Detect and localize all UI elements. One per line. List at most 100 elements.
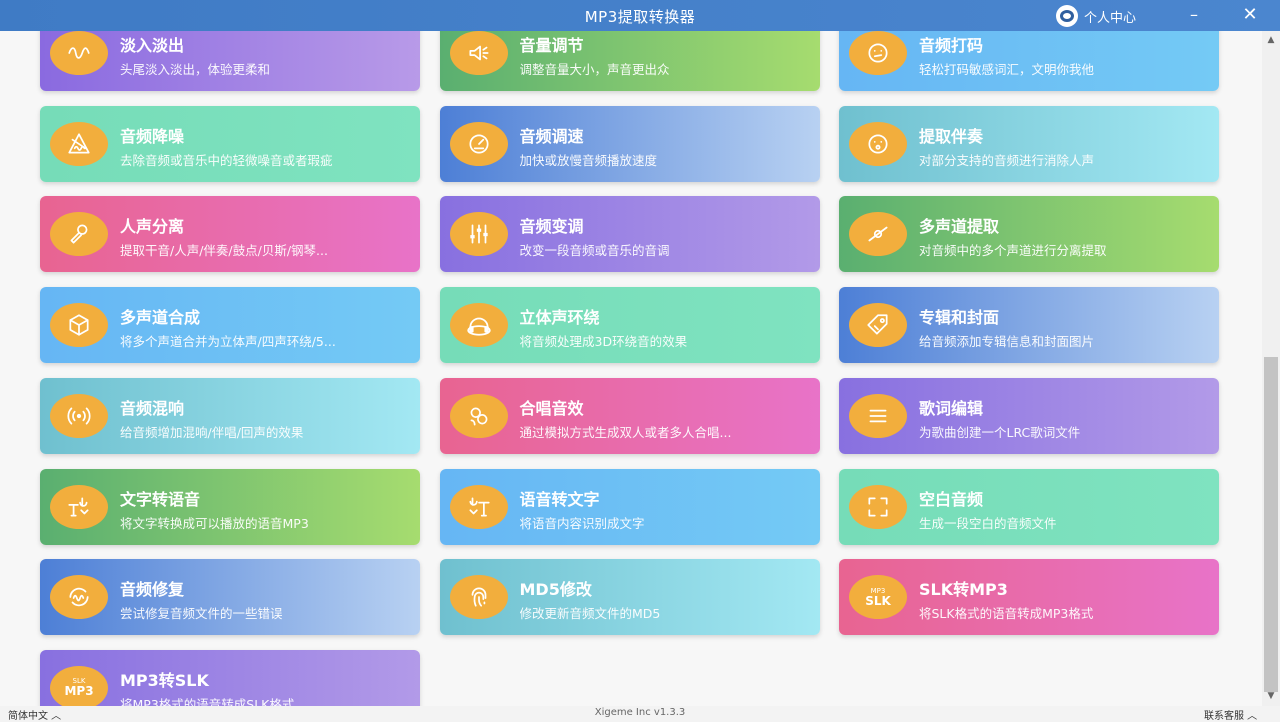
feature-description: 尝试修复音频文件的一些错误 <box>120 606 283 622</box>
feature-title: 空白音频 <box>919 489 984 509</box>
speech-to-text-icon <box>449 484 508 529</box>
slk-to-mp3-icon: MP3 SLK <box>849 575 907 620</box>
surround-headphones-icon <box>449 303 508 348</box>
scroll-down-arrow-icon[interactable]: ▼ <box>1266 691 1276 701</box>
reverb-broadcast-icon <box>50 393 108 438</box>
feature-card[interactable]: 音频打码轻松打码敏感词汇，文明你我他 <box>839 31 1219 91</box>
feature-description: 改变一段音频或音乐的音调 <box>519 243 670 259</box>
feature-description: 通过模拟方式生成双人或者多人合唱... <box>519 424 732 440</box>
feature-title: 立体声环绕 <box>519 308 600 328</box>
microphone-icon <box>50 212 108 257</box>
lyrics-lines-icon <box>849 393 907 438</box>
chorus-circles-icon <box>449 393 508 438</box>
feature-title: 合唱音效 <box>519 398 584 418</box>
feature-title: 多声道合成 <box>120 308 201 328</box>
noise-warning-icon <box>50 121 108 166</box>
feature-title: MD5修改 <box>519 580 592 600</box>
close-button[interactable]: ✕ <box>1238 4 1262 26</box>
feature-title: 音频调速 <box>519 126 584 146</box>
feature-title: 提取伴奏 <box>919 126 984 146</box>
repair-wave-icon <box>50 575 108 620</box>
feature-title: 音频修复 <box>120 580 185 600</box>
feature-description: 修改更新音频文件的MD5 <box>519 606 661 622</box>
feature-card[interactable]: 音频调速加快或放慢音频播放速度 <box>439 105 820 182</box>
user-center-label: 个人中心 <box>1084 10 1137 26</box>
equalizer-sliders-icon <box>449 212 508 257</box>
karaoke-face-icon <box>849 121 907 166</box>
feature-card[interactable]: 音频混响给音频增加混响/伴唱/回声的效果 <box>40 377 420 454</box>
feature-description: 将语音内容识别成文字 <box>519 515 645 531</box>
feature-card[interactable]: 音量调节调整音量大小，声音更出众 <box>439 31 820 91</box>
feature-description: 头尾淡入淡出，体验更柔和 <box>120 62 271 77</box>
feature-card[interactable]: 多声道提取对音频中的多个声道进行分离提取 <box>839 196 1219 273</box>
feature-card[interactable]: 淡入淡出头尾淡入淡出，体验更柔和 <box>40 31 420 91</box>
feature-description: 将SLK格式的语音转成MP3格式 <box>919 606 1094 622</box>
feature-title: 语音转文字 <box>519 489 600 509</box>
blank-frame-icon <box>849 484 907 529</box>
feature-card[interactable]: 音频修复尝试修复音频文件的一些错误 <box>40 559 420 636</box>
feature-card[interactable]: MD5修改修改更新音频文件的MD5 <box>439 559 820 636</box>
minimize-button[interactable]: – <box>1182 4 1206 26</box>
feature-description: 给音频增加混响/伴唱/回声的效果 <box>120 424 304 440</box>
scroll-up-arrow-icon[interactable]: ▲ <box>1266 35 1276 45</box>
feature-card[interactable]: 专辑和封面给音频添加专辑信息和封面图片 <box>839 287 1219 364</box>
speed-gauge-icon <box>449 121 508 166</box>
feature-title: SLK转MP3 <box>919 580 1008 600</box>
user-avatar-icon <box>1056 5 1078 27</box>
feature-description: 调整音量大小，声音更出众 <box>519 62 670 77</box>
channel-split-icon <box>849 212 907 257</box>
feature-title: 人声分离 <box>120 217 185 237</box>
feature-list: 淡入淡出 头尾淡入淡出，体验更柔和 音量调节 调整音量大小，声音更出众 音频打码 轻松打码… <box>0 31 1262 706</box>
feature-card[interactable]: 立体声环绕将音频处理成3D环绕音的效果 <box>439 287 820 364</box>
version-label: Xigeme Inc v1.3.3 <box>594 707 686 718</box>
status-bar: 简体中文 ︿ Xigeme Inc v1.3.3 联系客服 ︿ <box>0 706 1280 722</box>
feature-description: 去除音频或音乐中的轻微噪音或者瑕疵 <box>120 152 333 168</box>
feature-description: 将音频处理成3D环绕音的效果 <box>519 334 688 350</box>
feature-card[interactable]: 多声道合成将多个声道合并为立体声/四声环绕/5... <box>40 287 420 364</box>
feature-card[interactable]: 人声分离提取干音/人声/伴奏/鼓点/贝斯/钢琴... <box>40 196 420 273</box>
feature-title: 音频变调 <box>519 217 584 237</box>
mute-face-icon <box>849 31 907 75</box>
feature-description: 将多个声道合并为立体声/四声环绕/5... <box>120 334 336 350</box>
feature-card[interactable]: 提取伴奏对部分支持的音频进行消除人声 <box>839 105 1219 182</box>
feature-card[interactable]: 空白音频生成一段空白的音频文件 <box>839 468 1219 545</box>
feature-card[interactable]: 合唱音效通过模拟方式生成双人或者多人合唱... <box>439 377 820 454</box>
cube-merge-icon <box>50 303 108 348</box>
feature-card[interactable]: 歌词编辑为歌曲创建一个LRC歌词文件 <box>839 377 1219 454</box>
feature-title: 音频混响 <box>120 398 185 418</box>
feature-description: 为歌曲创建一个LRC歌词文件 <box>919 424 1081 440</box>
feature-description: 提取干音/人声/伴奏/鼓点/贝斯/钢琴... <box>120 243 328 259</box>
feature-card[interactable]: 音频降噪去除音频或音乐中的轻微噪音或者瑕疵 <box>40 105 420 182</box>
feature-description: 将文字转换成可以播放的语音MP3 <box>120 515 309 531</box>
feature-title: 淡入淡出 <box>120 36 185 55</box>
user-center-button[interactable]: 个人中心 <box>1056 5 1136 27</box>
feature-description: 对音频中的多个声道进行分离提取 <box>919 243 1107 259</box>
scroll-thumb[interactable] <box>1264 357 1278 692</box>
album-tag-icon <box>849 303 907 348</box>
feature-description: 对部分支持的音频进行消除人声 <box>919 152 1095 168</box>
feature-description: 生成一段空白的音频文件 <box>919 515 1057 531</box>
feature-description: 加快或放慢音频播放速度 <box>519 152 658 168</box>
text-to-speech-icon <box>50 484 108 529</box>
feature-title: 音频打码 <box>919 36 984 55</box>
feature-description: 将MP3格式的语音转成SLK格式 <box>120 696 295 706</box>
title-bar: MP3提取转换器 个人中心 – ✕ <box>0 0 1280 31</box>
feature-title: 音量调节 <box>519 36 584 55</box>
feature-card[interactable]: MP3 SLK SLK转MP3 将SLK格式的语音转成MP3格式 <box>839 559 1219 636</box>
feature-description: 轻松打码敏感词汇，文明你我他 <box>919 62 1095 77</box>
feature-title: 音频降噪 <box>120 126 185 146</box>
feature-card[interactable]: 文字转语音将文字转换成可以播放的语音MP3 <box>40 468 420 545</box>
feature-title: 专辑和封面 <box>919 308 1000 328</box>
feature-description: 给音频添加专辑信息和封面图片 <box>919 334 1095 350</box>
vertical-scrollbar[interactable]: ▲ ▼ <box>1262 31 1280 706</box>
feature-title: MP3转SLK <box>120 670 209 690</box>
fade-wave-icon <box>50 31 108 75</box>
feature-card[interactable]: 音频变调改变一段音频或音乐的音调 <box>439 196 820 273</box>
app-window: MP3提取转换器 个人中心 – ✕ 淡入淡出 头尾淡入淡出，体验更柔和 音量调节 调整… <box>0 0 1280 722</box>
fingerprint-icon <box>449 575 508 620</box>
feature-card[interactable]: SLK MP3 MP3转SLK 将MP3格式的语音转成SLK格式 <box>40 649 420 706</box>
feature-title: 多声道提取 <box>919 217 1000 237</box>
feature-title: 文字转语音 <box>120 489 201 509</box>
feature-card[interactable]: 语音转文字将语音内容识别成文字 <box>439 468 820 545</box>
feature-title: 歌词编辑 <box>919 398 984 418</box>
